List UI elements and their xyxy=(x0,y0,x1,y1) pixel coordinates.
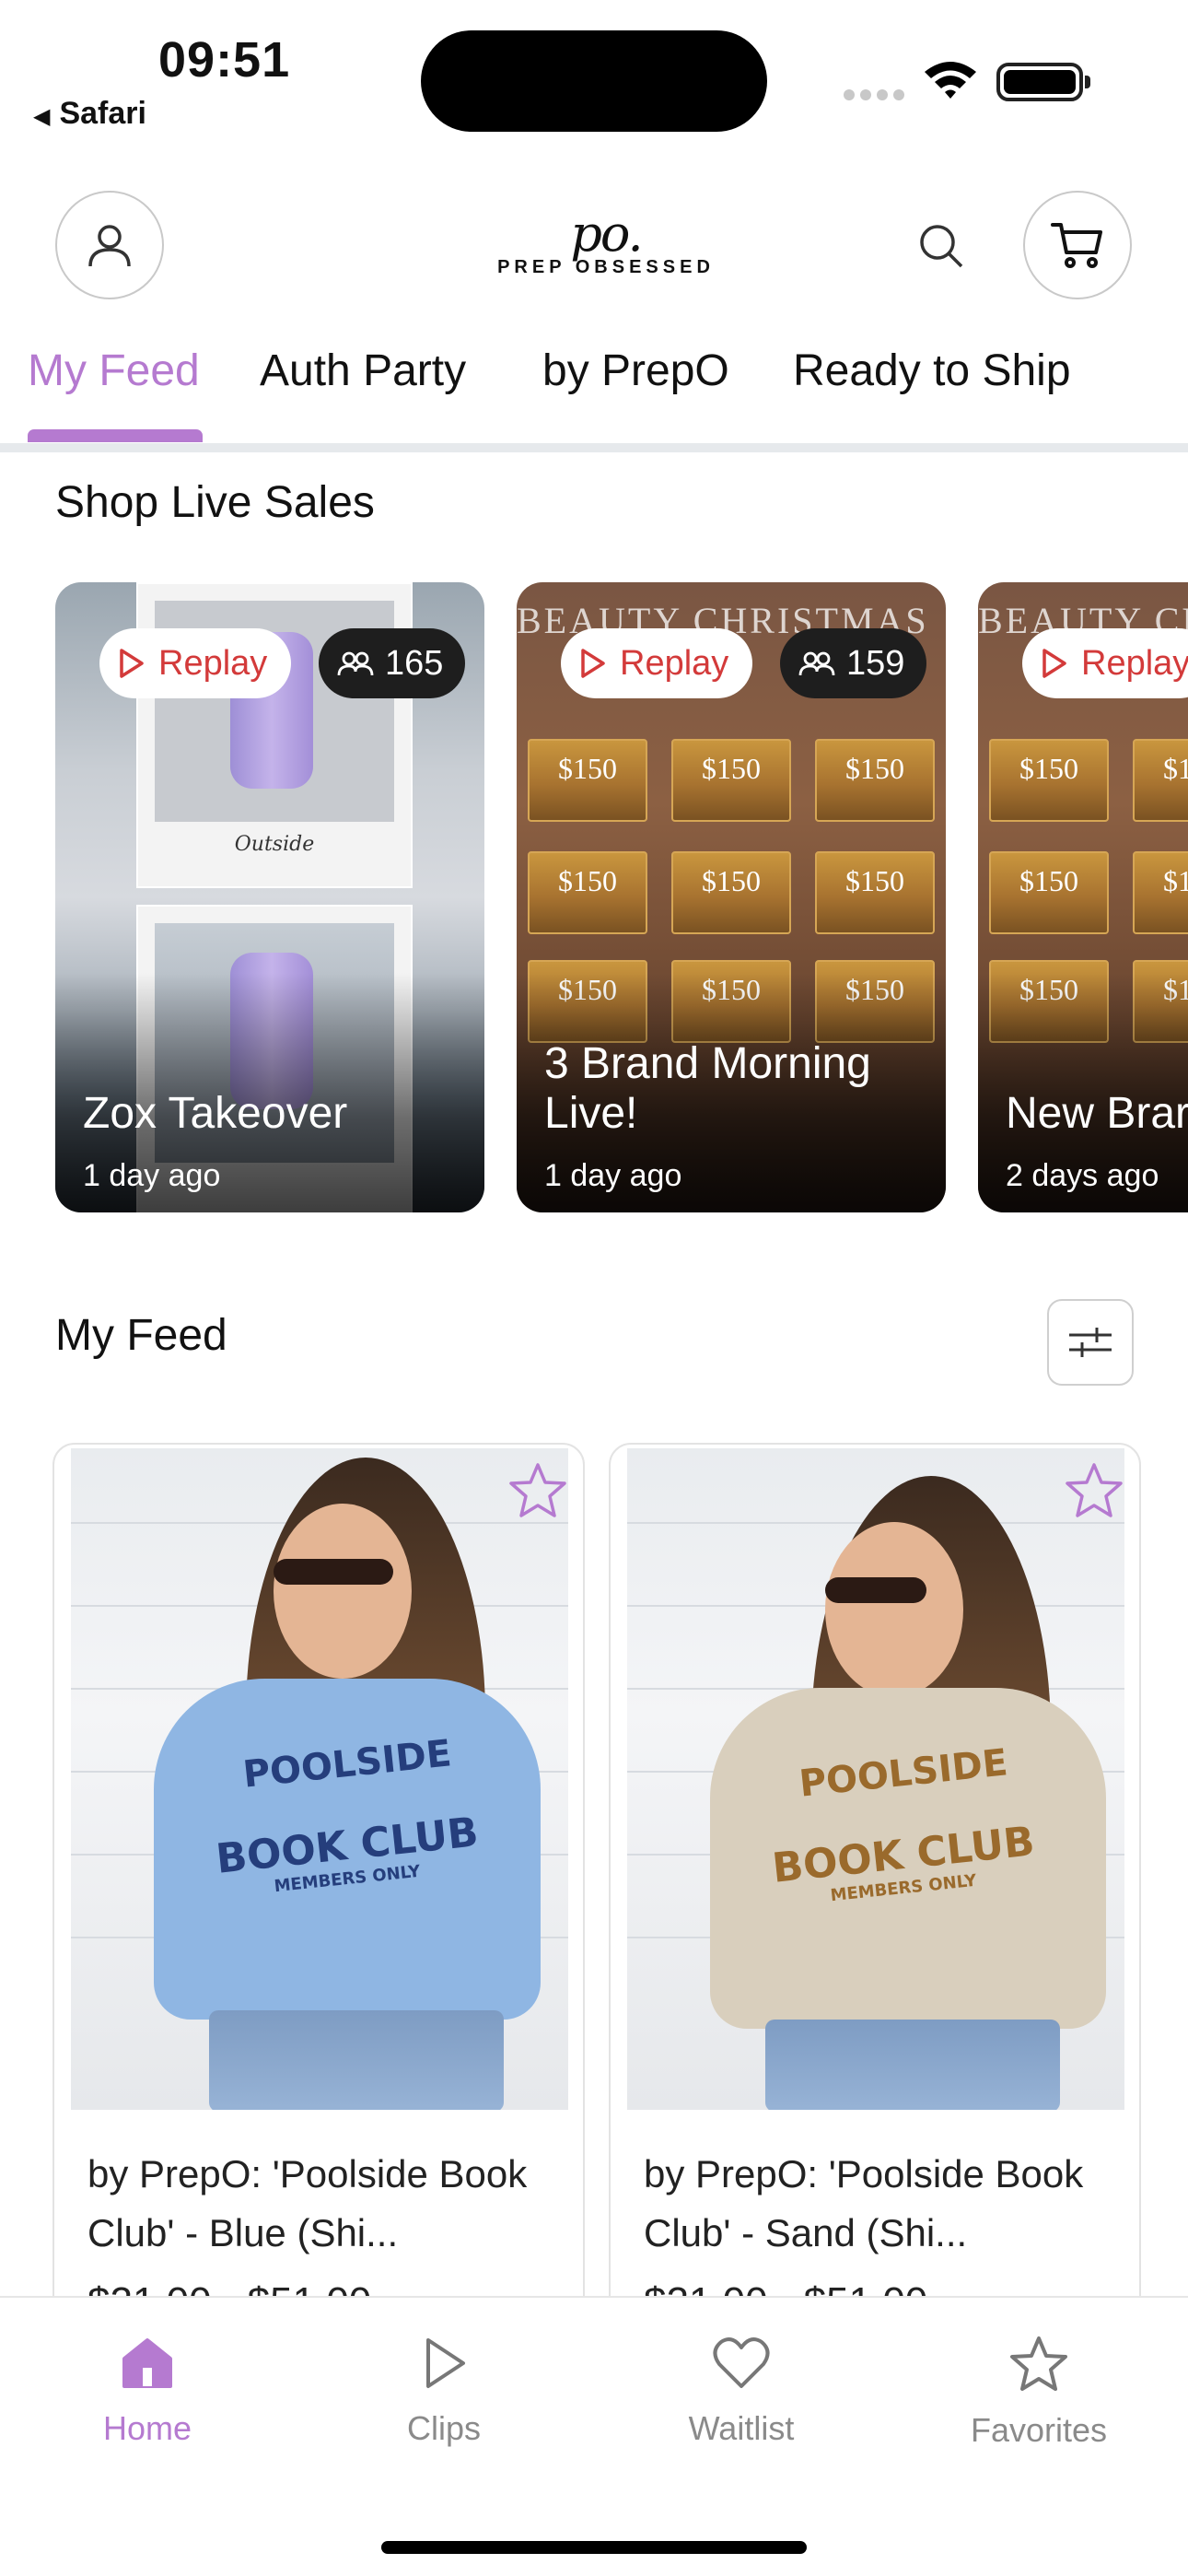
live-card-title: Zox Takeover xyxy=(83,1089,348,1138)
live-card-time: 2 days ago xyxy=(1006,1158,1159,1193)
favorite-star-icon[interactable] xyxy=(507,1461,568,1520)
play-icon xyxy=(426,2338,465,2388)
back-to-safari[interactable]: ◀ Safari xyxy=(33,96,146,132)
nav-home[interactable]: Home xyxy=(55,2335,239,2448)
bottom-tab-bar: Home Clips Waitlist Favorites xyxy=(0,2296,1188,2576)
logo-text: PREP OBSESSED xyxy=(497,257,715,277)
viewers-icon xyxy=(337,651,374,676)
viewer-count: 165 xyxy=(385,643,444,683)
home-indicator xyxy=(381,2541,807,2554)
search-icon xyxy=(920,225,963,268)
wifi-icon xyxy=(925,62,976,99)
product-image[interactable]: POOLSIDE BOOK CLUB MEMBERS ONLY xyxy=(627,1448,1124,2110)
active-tab-indicator xyxy=(28,429,203,442)
live-sales-carousel[interactable]: Outside Replay 165 Zox Takeover 1 day ag… xyxy=(0,582,1188,1214)
viewer-count-badge: 165 xyxy=(319,628,466,698)
replay-label: Replay xyxy=(158,643,268,683)
feed-heading: My Feed xyxy=(55,1311,227,1360)
shirt-print: POOLSIDE BOOK CLUB MEMBERS ONLY xyxy=(770,1741,1037,1906)
price-box: $150 xyxy=(989,739,1109,822)
photo-caption: Outside xyxy=(234,833,315,856)
nav-favorites[interactable]: Favorites xyxy=(947,2335,1131,2450)
viewer-count-badge: 159 xyxy=(780,628,927,698)
product-name: by PrepO: 'Poolside Book Club' - Sand (S… xyxy=(644,2152,1084,2254)
product-card[interactable]: POOLSIDE BOOK CLUB MEMBERS ONLY by PrepO… xyxy=(52,1443,585,2327)
live-card-time: 1 day ago xyxy=(544,1158,682,1193)
price-box: $150 xyxy=(815,851,935,934)
replay-label: Replay xyxy=(620,643,729,683)
live-card[interactable]: BEAUTY CHRISTMAS $150 $150 $150 $150 $15… xyxy=(517,582,946,1212)
cart-icon xyxy=(1051,223,1102,268)
heart-icon xyxy=(713,2337,770,2388)
nav-favorites-label: Favorites xyxy=(970,2411,1108,2449)
viewer-count: 159 xyxy=(846,643,905,683)
replay-label: Replay xyxy=(1081,643,1188,683)
nav-clips-label: Clips xyxy=(406,2409,481,2447)
viewers-icon xyxy=(798,651,835,676)
logo-mark: po. xyxy=(570,205,643,263)
search-button[interactable] xyxy=(912,217,971,275)
profile-button[interactable] xyxy=(55,191,164,299)
price-box: $150 xyxy=(1133,851,1188,934)
status-bar: 09:51 ◀ Safari xyxy=(0,0,1188,147)
product-name: by PrepO: 'Poolside Book Club' - Blue (S… xyxy=(87,2152,528,2254)
shirt-print: POOLSIDE BOOK CLUB MEMBERS ONLY xyxy=(214,1732,481,1897)
favorite-star-icon[interactable] xyxy=(1064,1461,1124,1520)
product-image[interactable]: POOLSIDE BOOK CLUB MEMBERS ONLY xyxy=(71,1448,568,2110)
tab-divider xyxy=(0,443,1188,452)
tab-ready-to-ship[interactable]: Ready to Ship xyxy=(793,345,1071,396)
back-app-label: Safari xyxy=(59,96,146,131)
replay-badge[interactable]: Replay xyxy=(1022,628,1188,698)
play-outline-icon xyxy=(1042,649,1066,678)
live-card[interactable]: Outside Replay 165 Zox Takeover 1 day ag… xyxy=(55,582,484,1212)
cart-button[interactable] xyxy=(1023,191,1132,299)
play-outline-icon xyxy=(120,649,144,678)
back-triangle-icon: ◀ xyxy=(33,104,51,129)
battery-icon xyxy=(996,63,1090,101)
status-time: 09:51 xyxy=(158,32,291,88)
product-card[interactable]: POOLSIDE BOOK CLUB MEMBERS ONLY by PrepO… xyxy=(609,1443,1141,2327)
tab-auth-party[interactable]: Auth Party xyxy=(260,345,466,396)
dynamic-island xyxy=(421,30,767,132)
live-card-title: New Brar xyxy=(1006,1089,1188,1138)
price-box: $150 xyxy=(815,739,935,822)
replay-badge[interactable]: Replay xyxy=(561,628,753,698)
nav-waitlist[interactable]: Waitlist xyxy=(649,2335,833,2448)
tab-by-prepo[interactable]: by PrepO xyxy=(542,345,729,396)
live-card-time: 1 day ago xyxy=(83,1158,221,1193)
live-sales-heading: Shop Live Sales xyxy=(55,478,375,527)
signal-icon xyxy=(844,88,910,105)
category-tabs: My Feed Auth Party by PrepO Ready to Shi… xyxy=(0,345,1188,447)
price-box: $150 xyxy=(989,851,1109,934)
filter-button[interactable] xyxy=(1047,1299,1134,1386)
app-header: po. PREP OBSESSED xyxy=(0,189,1188,309)
price-box: $150 xyxy=(671,851,791,934)
price-box: $150 xyxy=(671,739,791,822)
live-card[interactable]: BEAUTY CH $150 $150 $150 $150 $150 $150 … xyxy=(978,582,1188,1212)
price-box: $150 xyxy=(528,851,647,934)
brand-logo[interactable]: po. PREP OBSESSED xyxy=(497,205,715,285)
nav-waitlist-label: Waitlist xyxy=(688,2409,795,2447)
home-icon xyxy=(122,2338,172,2388)
tab-my-feed[interactable]: My Feed xyxy=(28,345,200,396)
play-outline-icon xyxy=(581,649,605,678)
nav-clips[interactable]: Clips xyxy=(352,2335,536,2448)
star-icon xyxy=(1010,2336,1067,2391)
replay-badge[interactable]: Replay xyxy=(99,628,292,698)
profile-icon xyxy=(88,225,131,267)
sliders-icon xyxy=(1069,1328,1112,1357)
nav-home-label: Home xyxy=(102,2409,192,2447)
price-box: $150 xyxy=(528,739,647,822)
live-card-title: 3 Brand Morning Live! xyxy=(544,1039,871,1138)
price-box: $150 xyxy=(1133,739,1188,822)
